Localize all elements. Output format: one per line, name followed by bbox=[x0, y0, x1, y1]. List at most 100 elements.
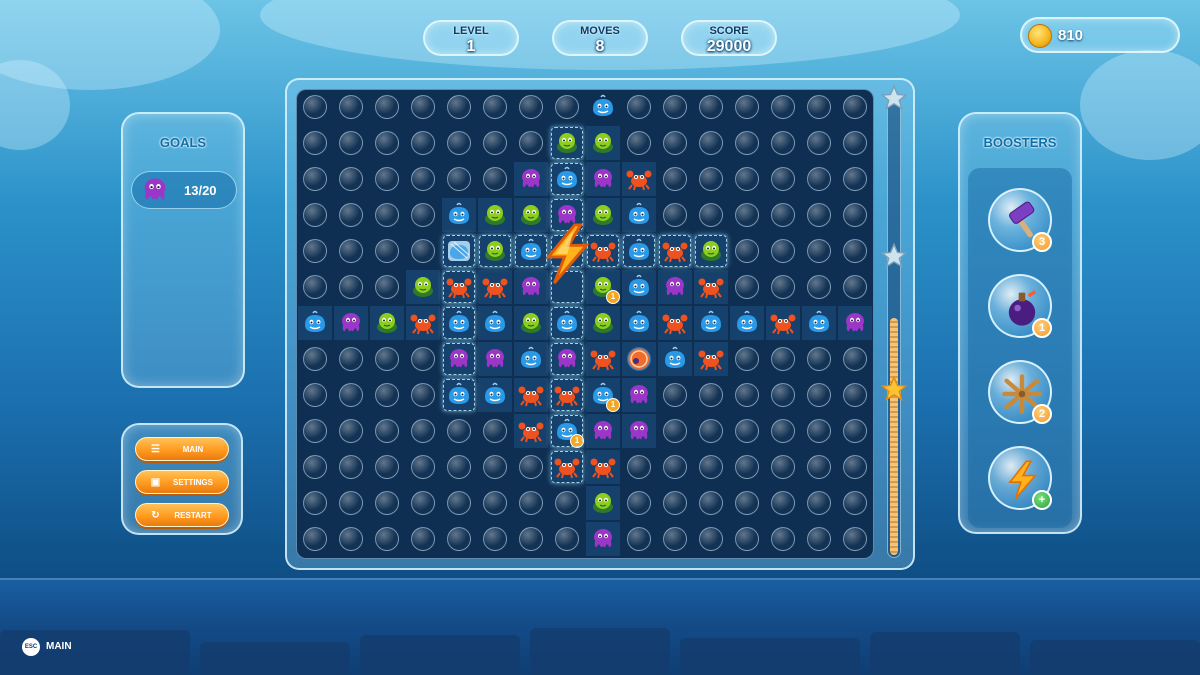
board-cell[interactable] bbox=[622, 198, 656, 232]
board-cell[interactable] bbox=[694, 306, 728, 340]
board-cell[interactable] bbox=[658, 90, 692, 124]
board-cell[interactable] bbox=[550, 306, 584, 340]
board-cell[interactable] bbox=[442, 522, 476, 556]
settings-button[interactable]: ▣ SETTINGS bbox=[135, 470, 229, 494]
board-cell[interactable] bbox=[766, 162, 800, 196]
board-cell[interactable] bbox=[514, 90, 548, 124]
board-cell[interactable] bbox=[766, 522, 800, 556]
board-cell[interactable] bbox=[586, 126, 620, 160]
board-cell[interactable] bbox=[694, 522, 728, 556]
board-cell[interactable] bbox=[766, 90, 800, 124]
board-cell[interactable] bbox=[802, 378, 836, 412]
board-cell[interactable] bbox=[658, 450, 692, 484]
board-cell[interactable] bbox=[334, 342, 368, 376]
board-cell[interactable] bbox=[694, 198, 728, 232]
board-cell[interactable] bbox=[694, 414, 728, 448]
board-cell[interactable] bbox=[802, 126, 836, 160]
board-cell[interactable] bbox=[370, 126, 404, 160]
board-cell[interactable] bbox=[694, 450, 728, 484]
board-cell[interactable] bbox=[838, 378, 872, 412]
board-cell[interactable] bbox=[658, 414, 692, 448]
board-cell[interactable] bbox=[586, 342, 620, 376]
board-cell[interactable] bbox=[514, 522, 548, 556]
board-cell[interactable] bbox=[406, 90, 440, 124]
board-cell[interactable] bbox=[730, 378, 764, 412]
board-cell[interactable] bbox=[514, 126, 548, 160]
lightning-special-icon[interactable] bbox=[536, 222, 596, 286]
board-cell[interactable] bbox=[622, 306, 656, 340]
board-cell[interactable] bbox=[370, 198, 404, 232]
board-cell[interactable] bbox=[694, 234, 728, 268]
board-cell[interactable] bbox=[730, 342, 764, 376]
board-cell[interactable] bbox=[658, 126, 692, 160]
board-cell[interactable] bbox=[478, 378, 512, 412]
board-cell[interactable] bbox=[802, 198, 836, 232]
board-cell[interactable] bbox=[406, 378, 440, 412]
board-cell[interactable] bbox=[406, 198, 440, 232]
board-cell[interactable] bbox=[442, 450, 476, 484]
board-cell[interactable] bbox=[550, 162, 584, 196]
board-cell[interactable] bbox=[298, 234, 332, 268]
board-cell[interactable] bbox=[370, 522, 404, 556]
board-cell[interactable] bbox=[334, 378, 368, 412]
board-cell[interactable] bbox=[478, 234, 512, 268]
board-cell[interactable] bbox=[658, 378, 692, 412]
board-cell[interactable] bbox=[694, 486, 728, 520]
board-cell[interactable] bbox=[550, 378, 584, 412]
board-cell[interactable] bbox=[730, 198, 764, 232]
board-cell[interactable] bbox=[766, 234, 800, 268]
board-cell[interactable] bbox=[838, 234, 872, 268]
board-cell[interactable] bbox=[406, 306, 440, 340]
board-cell[interactable] bbox=[334, 90, 368, 124]
board-cell[interactable] bbox=[694, 342, 728, 376]
board-cell[interactable] bbox=[334, 414, 368, 448]
board-cell[interactable] bbox=[442, 378, 476, 412]
board-cell[interactable] bbox=[298, 126, 332, 160]
board-cell[interactable] bbox=[730, 414, 764, 448]
board-cell[interactable] bbox=[370, 378, 404, 412]
board-cell[interactable] bbox=[838, 342, 872, 376]
board-cell[interactable] bbox=[442, 162, 476, 196]
board-cell[interactable] bbox=[838, 270, 872, 304]
board-cell[interactable] bbox=[370, 342, 404, 376]
board-cell[interactable] bbox=[406, 486, 440, 520]
board-cell[interactable] bbox=[586, 414, 620, 448]
potion-booster[interactable]: 1 bbox=[988, 274, 1052, 338]
board-cell[interactable] bbox=[550, 342, 584, 376]
net-booster[interactable]: 2 bbox=[988, 360, 1052, 424]
board-cell[interactable] bbox=[478, 198, 512, 232]
board-cell[interactable] bbox=[802, 522, 836, 556]
board-cell[interactable] bbox=[334, 306, 368, 340]
board-cell[interactable] bbox=[586, 90, 620, 124]
board-cell[interactable] bbox=[298, 486, 332, 520]
board-cell[interactable] bbox=[478, 486, 512, 520]
board-cell[interactable] bbox=[406, 270, 440, 304]
board-cell[interactable] bbox=[622, 270, 656, 304]
board-cell[interactable] bbox=[298, 414, 332, 448]
board-cell[interactable] bbox=[802, 486, 836, 520]
board-cell[interactable] bbox=[802, 342, 836, 376]
board-cell[interactable] bbox=[370, 450, 404, 484]
board-cell[interactable] bbox=[838, 306, 872, 340]
board-cell[interactable] bbox=[658, 162, 692, 196]
board-cell[interactable] bbox=[406, 162, 440, 196]
board-cell[interactable] bbox=[334, 450, 368, 484]
board-cell[interactable] bbox=[622, 378, 656, 412]
board-cell[interactable] bbox=[478, 162, 512, 196]
board-cell[interactable] bbox=[442, 306, 476, 340]
board-cell[interactable] bbox=[694, 162, 728, 196]
board-cell[interactable] bbox=[442, 126, 476, 160]
board-cell[interactable] bbox=[766, 414, 800, 448]
board-cell[interactable] bbox=[550, 486, 584, 520]
board-cell[interactable] bbox=[298, 270, 332, 304]
board-cell[interactable] bbox=[694, 270, 728, 304]
board-cell[interactable] bbox=[514, 378, 548, 412]
restart-button[interactable]: ↻ RESTART bbox=[135, 503, 229, 527]
board-cell[interactable] bbox=[730, 522, 764, 556]
board-cell[interactable] bbox=[550, 90, 584, 124]
board-cell[interactable] bbox=[658, 306, 692, 340]
board-cell[interactable] bbox=[370, 270, 404, 304]
board-cell[interactable] bbox=[550, 126, 584, 160]
board-cell[interactable] bbox=[838, 486, 872, 520]
board-cell[interactable] bbox=[622, 126, 656, 160]
